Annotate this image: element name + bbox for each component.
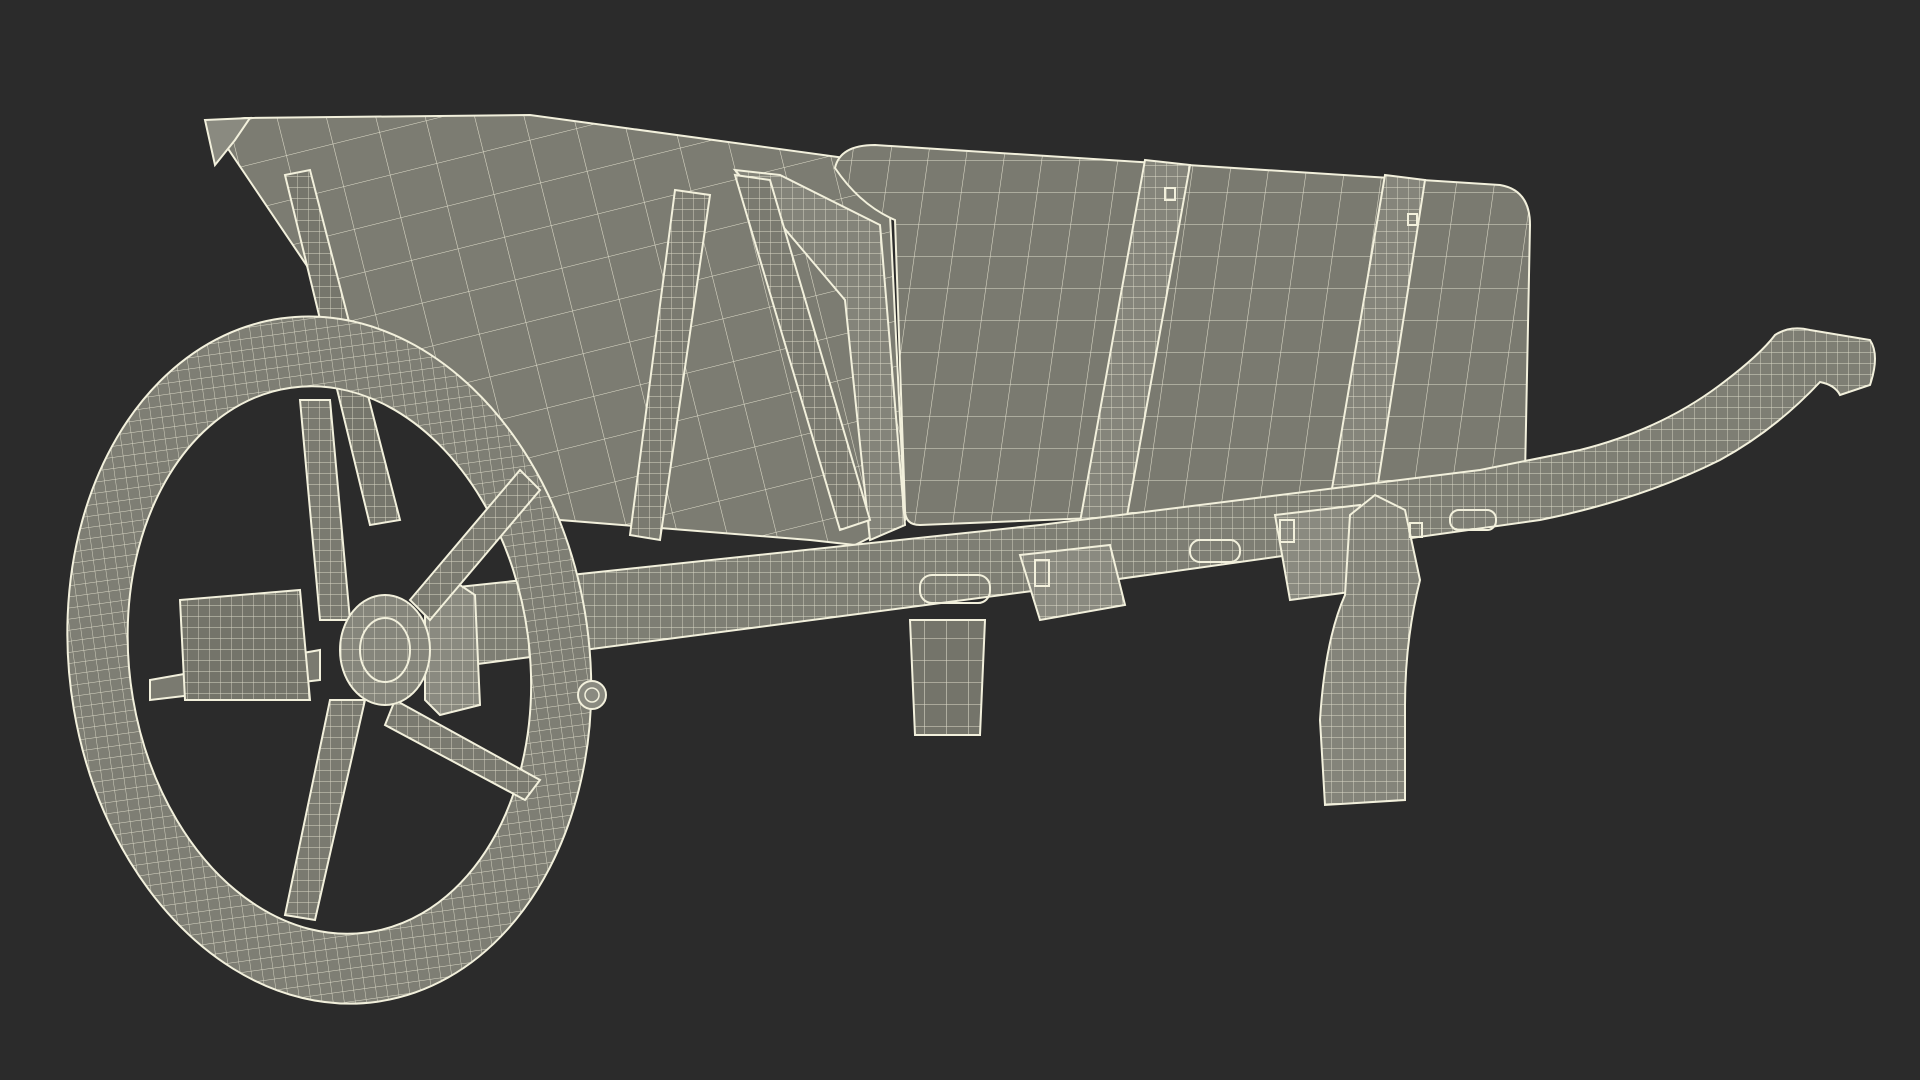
render-viewport: [0, 0, 1920, 1080]
axle-bolt: [577, 680, 607, 710]
bracket-1: [1018, 543, 1127, 622]
wheel-hub: [178, 588, 431, 706]
wheelbarrow-model: [66, 113, 1876, 1005]
rear-leg-back: [908, 619, 987, 736]
